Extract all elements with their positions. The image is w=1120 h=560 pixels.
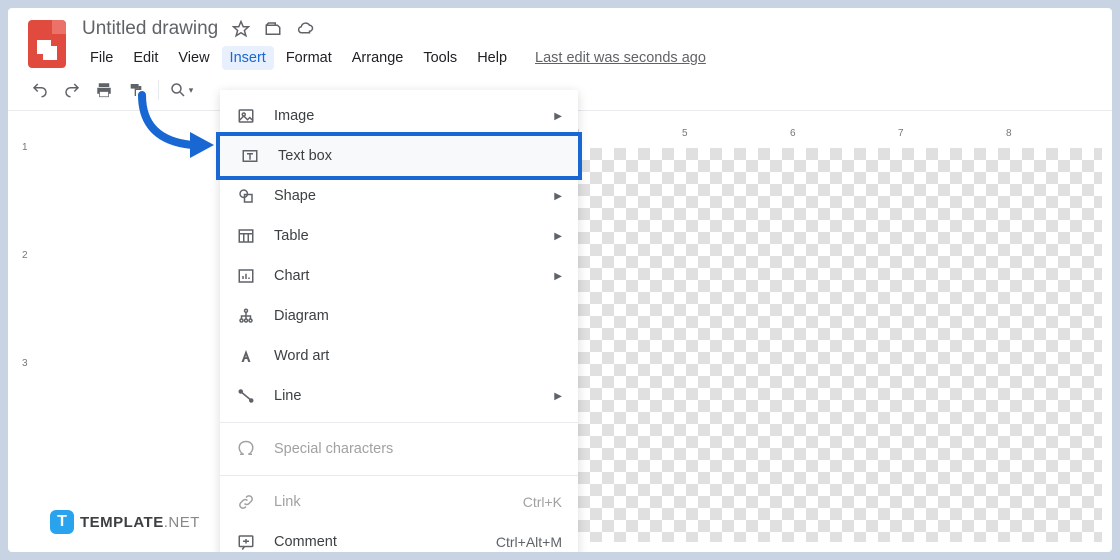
shape-icon [236, 186, 256, 206]
insert-textbox[interactable]: Text box [216, 132, 582, 180]
menu-edit[interactable]: Edit [125, 46, 166, 70]
menu-help[interactable]: Help [469, 46, 515, 70]
menu-tools[interactable]: Tools [415, 46, 465, 70]
omega-icon [236, 439, 256, 459]
insert-wordart-label: Word art [274, 348, 329, 364]
line-icon [236, 386, 256, 406]
canvas[interactable] [578, 148, 1102, 542]
horizontal-ruler: 4 5 6 7 8 9 [578, 126, 1102, 146]
star-icon[interactable] [232, 20, 250, 38]
diagram-icon [236, 306, 256, 326]
insert-link: Link Ctrl+K [220, 482, 578, 522]
insert-link-label: Link [274, 494, 301, 510]
insert-table[interactable]: Table ▶ [220, 216, 578, 256]
cloud-icon[interactable] [296, 20, 314, 38]
insert-line-label: Line [274, 388, 301, 404]
insert-special-chars-label: Special characters [274, 441, 393, 457]
insert-shape[interactable]: Shape ▶ [220, 176, 578, 216]
submenu-arrow-icon: ▶ [554, 271, 562, 282]
insert-wordart[interactable]: Word art [220, 336, 578, 376]
insert-line[interactable]: Line ▶ [220, 376, 578, 416]
watermark-logo: T [50, 510, 74, 534]
app-logo [28, 18, 66, 70]
document-title[interactable]: Untitled drawing [82, 18, 218, 40]
print-button[interactable] [90, 76, 118, 104]
menu-separator [220, 422, 578, 423]
undo-button[interactable] [26, 76, 54, 104]
textbox-icon [240, 146, 260, 166]
image-icon [236, 106, 256, 126]
menu-file[interactable]: File [82, 46, 121, 70]
insert-chart[interactable]: Chart ▶ [220, 256, 578, 296]
insert-textbox-label: Text box [278, 148, 332, 164]
link-shortcut: Ctrl+K [523, 494, 562, 510]
annotation-arrow [132, 90, 222, 170]
wordart-icon [236, 346, 256, 366]
chart-icon [236, 266, 256, 286]
insert-diagram[interactable]: Diagram [220, 296, 578, 336]
insert-diagram-label: Diagram [274, 308, 329, 324]
menu-insert[interactable]: Insert [222, 46, 274, 70]
insert-chart-label: Chart [274, 268, 309, 284]
insert-special-chars: Special characters [220, 429, 578, 469]
insert-image[interactable]: Image ▶ [220, 96, 578, 136]
insert-table-label: Table [274, 228, 309, 244]
comment-icon [236, 532, 256, 552]
menu-view[interactable]: View [170, 46, 217, 70]
watermark: T TEMPLATE.NET [50, 510, 200, 534]
submenu-arrow-icon: ▶ [554, 231, 562, 242]
insert-dropdown: Image ▶ Text box Shape ▶ Table ▶ Chart ▶… [220, 90, 578, 552]
menu-format[interactable]: Format [278, 46, 340, 70]
submenu-arrow-icon: ▶ [554, 111, 562, 122]
submenu-arrow-icon: ▶ [554, 191, 562, 202]
link-icon [236, 492, 256, 512]
insert-comment-label: Comment [274, 534, 337, 550]
menu-separator [220, 475, 578, 476]
last-edit-label[interactable]: Last edit was seconds ago [535, 50, 706, 66]
comment-shortcut: Ctrl+Alt+M [496, 534, 562, 550]
insert-image-label: Image [274, 108, 314, 124]
insert-shape-label: Shape [274, 188, 316, 204]
vertical-ruler: 1 2 3 [18, 148, 38, 542]
menu-arrange[interactable]: Arrange [344, 46, 412, 70]
redo-button[interactable] [58, 76, 86, 104]
table-icon [236, 226, 256, 246]
move-icon[interactable] [264, 20, 282, 38]
submenu-arrow-icon: ▶ [554, 391, 562, 402]
insert-comment[interactable]: Comment Ctrl+Alt+M [220, 522, 578, 552]
